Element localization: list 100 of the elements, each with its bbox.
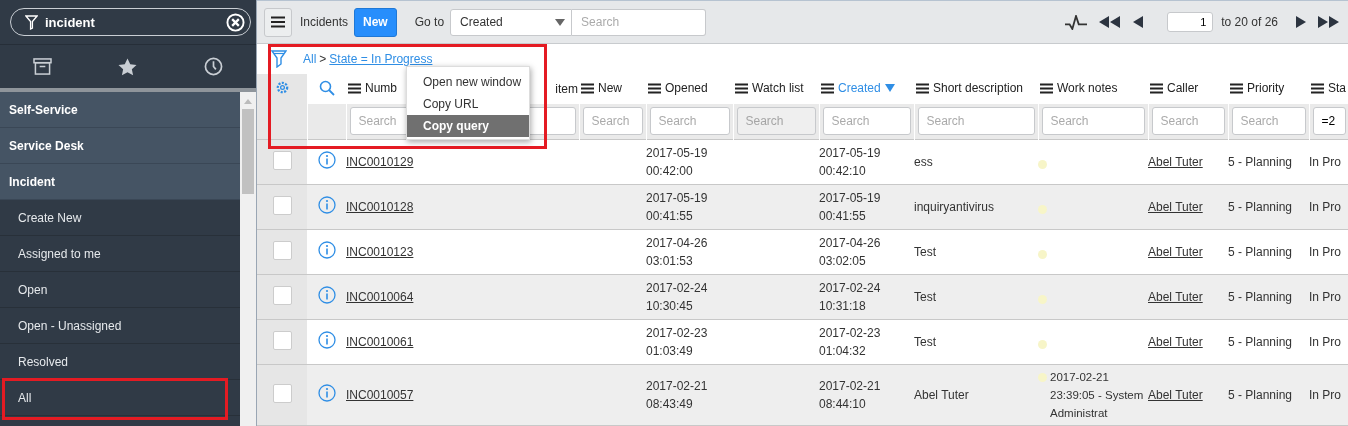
column-header[interactable]: Priority [1247, 81, 1285, 96]
table-cell: In Pro [1309, 334, 1341, 349]
column-menu-icon[interactable] [1040, 82, 1053, 94]
scrollbar-thumb[interactable] [242, 109, 254, 194]
next-page-icon[interactable] [1296, 16, 1306, 28]
dot-icon [1038, 339, 1047, 349]
column-header[interactable]: Numb [365, 81, 397, 96]
row-checkbox[interactable] [272, 285, 292, 305]
dot-icon [1038, 249, 1047, 259]
table-cell-text: 2017-02-23 01:03:49 [646, 324, 708, 360]
dropdown-caret-icon [555, 18, 566, 26]
breadcrumb-link[interactable]: All [303, 52, 317, 66]
info-icon[interactable] [317, 286, 336, 304]
incident-number-link[interactable]: INC0010129 [346, 154, 414, 169]
column-header[interactable]: Short description [933, 81, 1024, 96]
table-cell: In Pro [1309, 199, 1341, 214]
previous-page-icon[interactable] [1133, 16, 1144, 28]
incident-number-link[interactable]: INC0010061 [346, 334, 414, 349]
column-menu-icon[interactable] [348, 82, 361, 94]
context-menu-item[interactable]: Open new window [407, 71, 529, 93]
archive-box-icon [33, 58, 53, 75]
row-checkbox[interactable] [272, 195, 292, 215]
search-field[interactable]: Search [572, 8, 707, 36]
table-cell: ess [914, 154, 933, 169]
scrollbar[interactable] [240, 92, 256, 426]
last-page-icon[interactable] [1318, 16, 1340, 28]
caller-link[interactable]: Abel Tuter [1148, 289, 1203, 304]
column-menu-icon[interactable] [581, 82, 594, 94]
table-cell: Test [914, 289, 936, 304]
gear-icon[interactable] [274, 80, 290, 95]
column-header[interactable]: New [598, 81, 622, 96]
menu-icon [271, 16, 285, 28]
table-cell: 5 - Planning [1228, 387, 1293, 402]
dot-icon [1038, 159, 1047, 169]
caller-link[interactable]: Abel Tuter [1148, 154, 1203, 169]
table-cell-text: 2017-05-19 00:42:00 [646, 144, 708, 180]
list-title: Incidents [300, 15, 349, 29]
filter-icon[interactable] [271, 50, 287, 68]
table-cell-text: 2017-04-26 03:01:53 [646, 234, 708, 270]
table-cell: 5 - Planning [1228, 199, 1293, 214]
navigator-item[interactable]: Service Desk [0, 128, 240, 164]
incident-number-link[interactable]: INC0010057 [346, 387, 414, 402]
column-filter-field[interactable]: Search [1041, 107, 1145, 136]
column-filter-field[interactable]: =2 [1312, 107, 1346, 136]
column-menu-icon[interactable] [1150, 82, 1163, 94]
column-filter-field[interactable]: Search [822, 107, 911, 136]
clear-icon[interactable] [226, 13, 245, 32]
row-checkbox[interactable] [272, 330, 292, 350]
breadcrumb-link[interactable]: State = In Progress [329, 52, 433, 66]
column-filter-field[interactable]: Search [1151, 107, 1225, 136]
info-icon[interactable] [317, 151, 336, 169]
column-header[interactable]: Watch list [752, 81, 804, 96]
navigator-item[interactable]: Self-Service [0, 92, 240, 128]
row-checkbox[interactable] [272, 240, 292, 260]
column-header[interactable]: Caller [1167, 81, 1199, 96]
incident-number-link[interactable]: INC0010128 [346, 199, 414, 214]
info-icon[interactable] [317, 241, 336, 259]
column-menu-icon[interactable] [916, 82, 929, 94]
context-menu-item[interactable]: Copy query [407, 115, 529, 137]
table-cell-text: 2017-02-24 10:31:18 [819, 279, 881, 315]
info-icon[interactable] [317, 331, 336, 349]
incident-number-link[interactable]: INC0010064 [346, 289, 414, 304]
navigator-item[interactable]: Incident [0, 164, 240, 200]
column-menu-icon[interactable] [648, 82, 661, 94]
column-filter-field[interactable]: Search [917, 107, 1035, 136]
row-checkbox[interactable] [272, 383, 292, 403]
row-checkbox[interactable] [272, 150, 292, 170]
column-header[interactable]: Created [838, 81, 881, 96]
goto-label: Go to [414, 15, 445, 29]
dot-icon [1038, 204, 1047, 214]
column-header[interactable]: item [555, 82, 578, 96]
sort-descending-icon[interactable] [884, 84, 895, 93]
info-icon[interactable] [317, 196, 336, 214]
caller-link[interactable]: Abel Tuter [1148, 244, 1203, 259]
column-menu-icon[interactable] [735, 82, 748, 94]
column-menu-icon[interactable] [1311, 82, 1324, 94]
table-cell: Test [914, 244, 936, 259]
caller-link[interactable]: Abel Tuter [1148, 199, 1203, 214]
first-page-icon[interactable] [1099, 16, 1122, 28]
menu-button[interactable] [264, 7, 292, 37]
incident-number-link[interactable]: INC0010123 [346, 244, 414, 259]
table-cell-text: 2017-05-19 00:41:55 [819, 189, 881, 225]
column-header[interactable]: Opened [665, 81, 708, 96]
table-cell: 5 - Planning [1228, 334, 1293, 349]
search-icon[interactable] [318, 79, 335, 96]
column-header[interactable]: Work notes [1057, 81, 1118, 96]
table-cell: 5 - Planning [1228, 154, 1293, 169]
info-icon[interactable] [317, 384, 336, 402]
goto-field-select[interactable]: Created [450, 8, 573, 36]
column-header[interactable]: Sta [1328, 81, 1346, 96]
page-number-field[interactable]: 1 [1167, 12, 1214, 32]
column-menu-icon[interactable] [1230, 82, 1243, 94]
column-filter-field[interactable]: Search [1231, 107, 1306, 136]
column-menu-icon[interactable] [821, 82, 834, 94]
navigator-filter-field[interactable]: incident [10, 8, 251, 36]
caller-link[interactable]: Abel Tuter [1148, 334, 1203, 349]
caller-link[interactable]: Abel Tuter [1148, 387, 1203, 402]
column-filter-field[interactable]: Search [582, 107, 643, 136]
column-filter-field[interactable]: Search [649, 107, 730, 136]
activity-icon[interactable] [1065, 14, 1088, 30]
